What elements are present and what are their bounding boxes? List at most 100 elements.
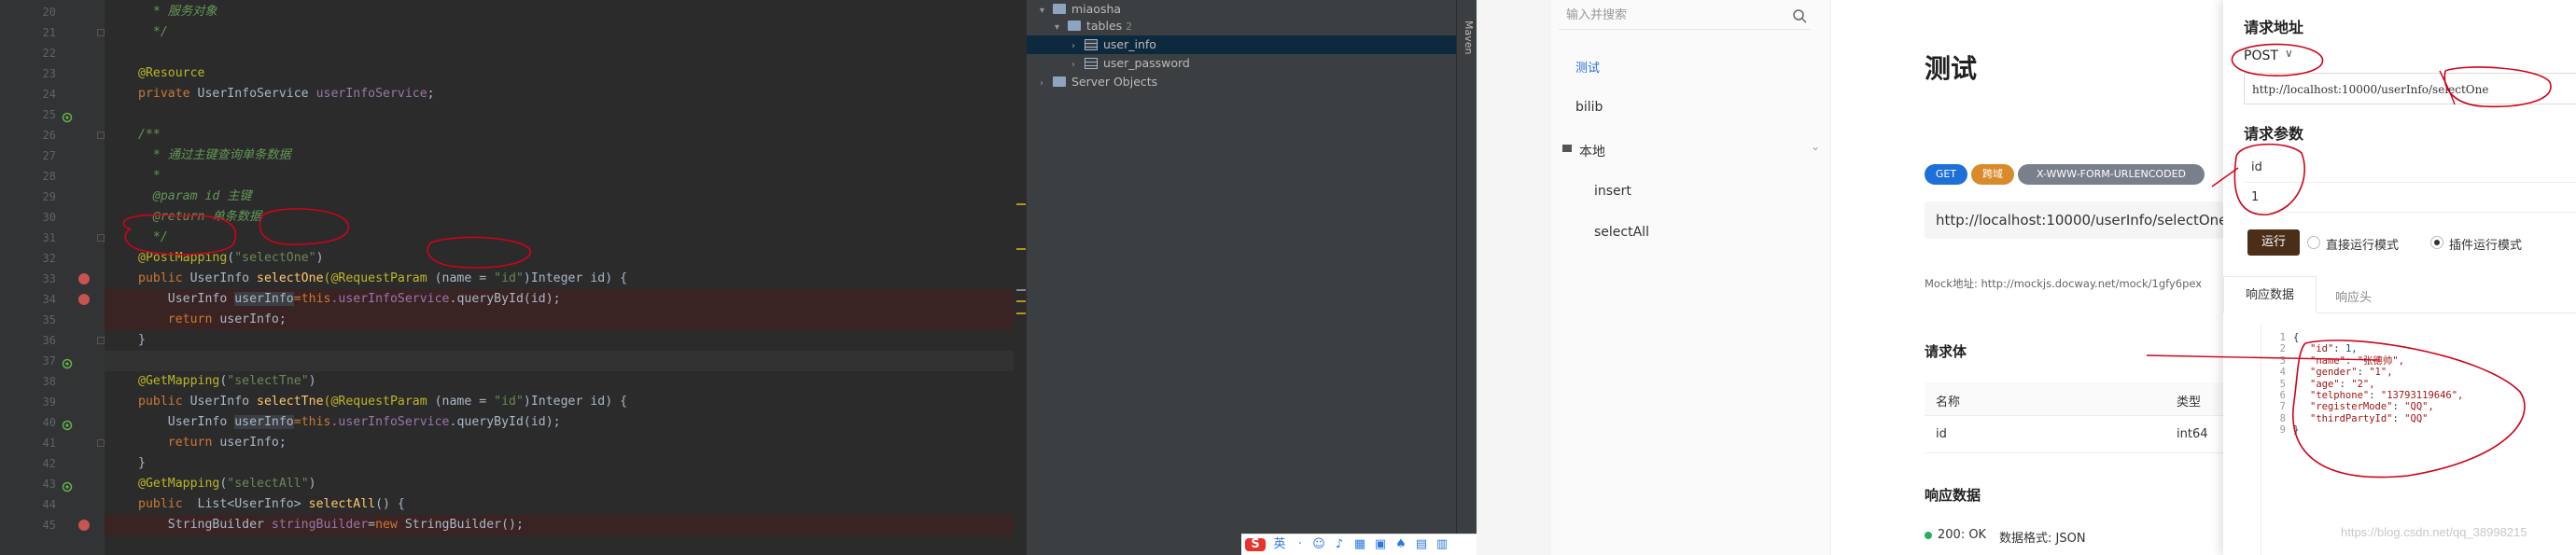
- code-line[interactable]: @return 单条数据: [105, 207, 1027, 228]
- grid-icon[interactable]: ▤: [1415, 538, 1428, 551]
- gutter-line[interactable]: 26: [0, 125, 105, 146]
- code-line[interactable]: }: [105, 330, 1027, 351]
- sogou-logo-icon[interactable]: S: [1245, 538, 1266, 551]
- tab-response-data[interactable]: 响应数据: [2223, 276, 2317, 313]
- search-input[interactable]: 输入并搜索: [1559, 2, 1811, 30]
- gutter-line[interactable]: 37: [0, 351, 105, 371]
- code-line[interactable]: UserInfo userInfo=this.userInfoService.q…: [105, 289, 1027, 310]
- code-line[interactable]: /**: [105, 125, 1027, 146]
- nav-item-test[interactable]: 测试: [1575, 58, 1600, 76]
- ime-mode-icon[interactable]: 英: [1273, 538, 1286, 551]
- bean-icon[interactable]: [62, 109, 73, 123]
- gutter-line[interactable]: 28: [0, 166, 105, 187]
- gutter-line[interactable]: 39: [0, 392, 105, 412]
- chevron-down-icon[interactable]: ∨: [2285, 47, 2293, 60]
- code-line[interactable]: @GetMapping("selectAll"): [105, 474, 1027, 494]
- run-button[interactable]: 运行: [2247, 229, 2300, 256]
- param-key-field[interactable]: id: [2244, 153, 2576, 183]
- radio-direct-mode[interactable]: [2307, 236, 2320, 249]
- breakpoint-icon[interactable]: [78, 520, 90, 531]
- code-line[interactable]: public UserInfo selectOne(@RequestParam …: [105, 269, 1027, 289]
- code-line[interactable]: */: [105, 22, 1027, 43]
- fold-icon[interactable]: [97, 439, 105, 447]
- code-line[interactable]: @Resource: [105, 63, 1027, 84]
- chevron-right-icon[interactable]: ›: [1071, 56, 1085, 75]
- nav-group-local[interactable]: 本地: [1579, 142, 1605, 160]
- toolbox-icon[interactable]: ▣: [1374, 538, 1387, 551]
- code-line[interactable]: @GetMapping("selectTne"): [105, 371, 1027, 392]
- gutter-line[interactable]: 40: [0, 412, 105, 433]
- code-line[interactable]: private UserInfoService userInfoService;: [105, 84, 1027, 104]
- microphone-icon[interactable]: ♪: [1333, 538, 1346, 551]
- bean-icon[interactable]: [62, 417, 73, 431]
- bean-icon[interactable]: [62, 355, 73, 369]
- gutter-line[interactable]: 34: [0, 289, 105, 310]
- editor-scrollbar[interactable]: [1014, 0, 1027, 555]
- gutter-line[interactable]: 41: [0, 433, 105, 453]
- breakpoint-icon[interactable]: [78, 294, 90, 305]
- search-icon[interactable]: [1792, 8, 1807, 23]
- fold-icon[interactable]: [97, 234, 105, 242]
- code-line[interactable]: public UserInfo selectTne(@RequestParam …: [105, 392, 1027, 412]
- code-area[interactable]: * 服务对象 */ @Resource private UserInfoServic…: [105, 0, 1027, 555]
- url-input[interactable]: http://localhost:10000/userInfo/selectOn…: [2244, 73, 2576, 104]
- code-line[interactable]: [105, 351, 1027, 371]
- nav-item-insert[interactable]: insert: [1594, 184, 1631, 199]
- gutter-line[interactable]: 30: [0, 207, 105, 228]
- nav-item-selectall[interactable]: selectAll: [1594, 225, 1649, 240]
- gutter-line[interactable]: 20: [0, 2, 105, 22]
- emoji-icon[interactable]: ☺: [1312, 538, 1325, 551]
- tab-response-headers[interactable]: 响应头: [2335, 287, 2372, 305]
- code-line[interactable]: StringBuilder stringBuilder=new StringBu…: [105, 515, 1027, 535]
- code-line[interactable]: @param id 主键: [105, 187, 1027, 207]
- skin-icon[interactable]: ♠: [1394, 538, 1407, 551]
- gutter-line[interactable]: 38: [0, 371, 105, 392]
- tree-node-user-info[interactable]: › user_info: [1027, 35, 1456, 54]
- gutter-line[interactable]: 22: [0, 43, 105, 63]
- code-line[interactable]: *: [105, 166, 1027, 187]
- tree-node-schema[interactable]: ▾ miaosha: [1027, 0, 1456, 19]
- gutter-line[interactable]: 43: [0, 474, 105, 494]
- gutter-line[interactable]: 36: [0, 330, 105, 351]
- gutter-line[interactable]: 33: [0, 269, 105, 289]
- radio-plugin-mode[interactable]: [2430, 236, 2443, 249]
- chevron-down-icon[interactable]: ⌄: [1811, 140, 1820, 153]
- gutter-line[interactable]: 45: [0, 515, 105, 535]
- code-line[interactable]: * 通过主键查询单条数据: [105, 146, 1027, 166]
- code-line[interactable]: return userInfo;: [105, 310, 1027, 330]
- gutter-line[interactable]: 27: [0, 146, 105, 166]
- gutter-line[interactable]: 25: [0, 104, 105, 125]
- gutter-line[interactable]: 31: [0, 228, 105, 248]
- tree-node-tables[interactable]: ▾ tables 2: [1027, 17, 1456, 35]
- code-line[interactable]: * 服务对象: [105, 2, 1027, 22]
- tree-node-server-objects[interactable]: › Server Objects: [1027, 73, 1456, 91]
- fold-icon[interactable]: [97, 337, 105, 344]
- response-editor[interactable]: 1 {2 "id": 1, 3 "name": "张德帅", 4 "gender": "1"…: [2261, 325, 2576, 555]
- gutter-line[interactable]: 32: [0, 248, 105, 269]
- gutter-line[interactable]: 24: [0, 84, 105, 104]
- gutter-line[interactable]: 35: [0, 310, 105, 330]
- code-line[interactable]: */: [105, 228, 1027, 248]
- code-line[interactable]: return userInfo;: [105, 433, 1027, 453]
- maven-tool-tab[interactable]: Maven: [1458, 21, 1475, 54]
- chevron-right-icon[interactable]: ›: [1040, 75, 1053, 93]
- method-select[interactable]: POST: [2244, 49, 2278, 63]
- fold-icon[interactable]: [97, 29, 105, 36]
- code-line[interactable]: [105, 104, 1027, 125]
- chevron-right-icon[interactable]: ›: [1071, 37, 1085, 56]
- code-line[interactable]: @PostMapping("selectOne"): [105, 248, 1027, 269]
- gutter-line[interactable]: 21: [0, 22, 105, 43]
- code-line[interactable]: }: [105, 453, 1027, 474]
- gutter-line[interactable]: 29: [0, 187, 105, 207]
- gutter-line[interactable]: 44: [0, 494, 105, 515]
- gutter-line[interactable]: 23: [0, 63, 105, 84]
- punctuation-icon[interactable]: ·: [1294, 538, 1307, 551]
- code-line[interactable]: UserInfo userInfo=this.userInfoService.q…: [105, 412, 1027, 433]
- param-value-field[interactable]: 1: [2244, 183, 2576, 213]
- gutter-line[interactable]: 42: [0, 453, 105, 474]
- tree-node-user-password[interactable]: › user_password: [1027, 54, 1456, 73]
- bean-icon[interactable]: [62, 479, 73, 493]
- settings-grid-icon[interactable]: ▥: [1435, 538, 1449, 551]
- nav-item-bilib[interactable]: bilib: [1575, 100, 1603, 115]
- code-line[interactable]: [105, 43, 1027, 63]
